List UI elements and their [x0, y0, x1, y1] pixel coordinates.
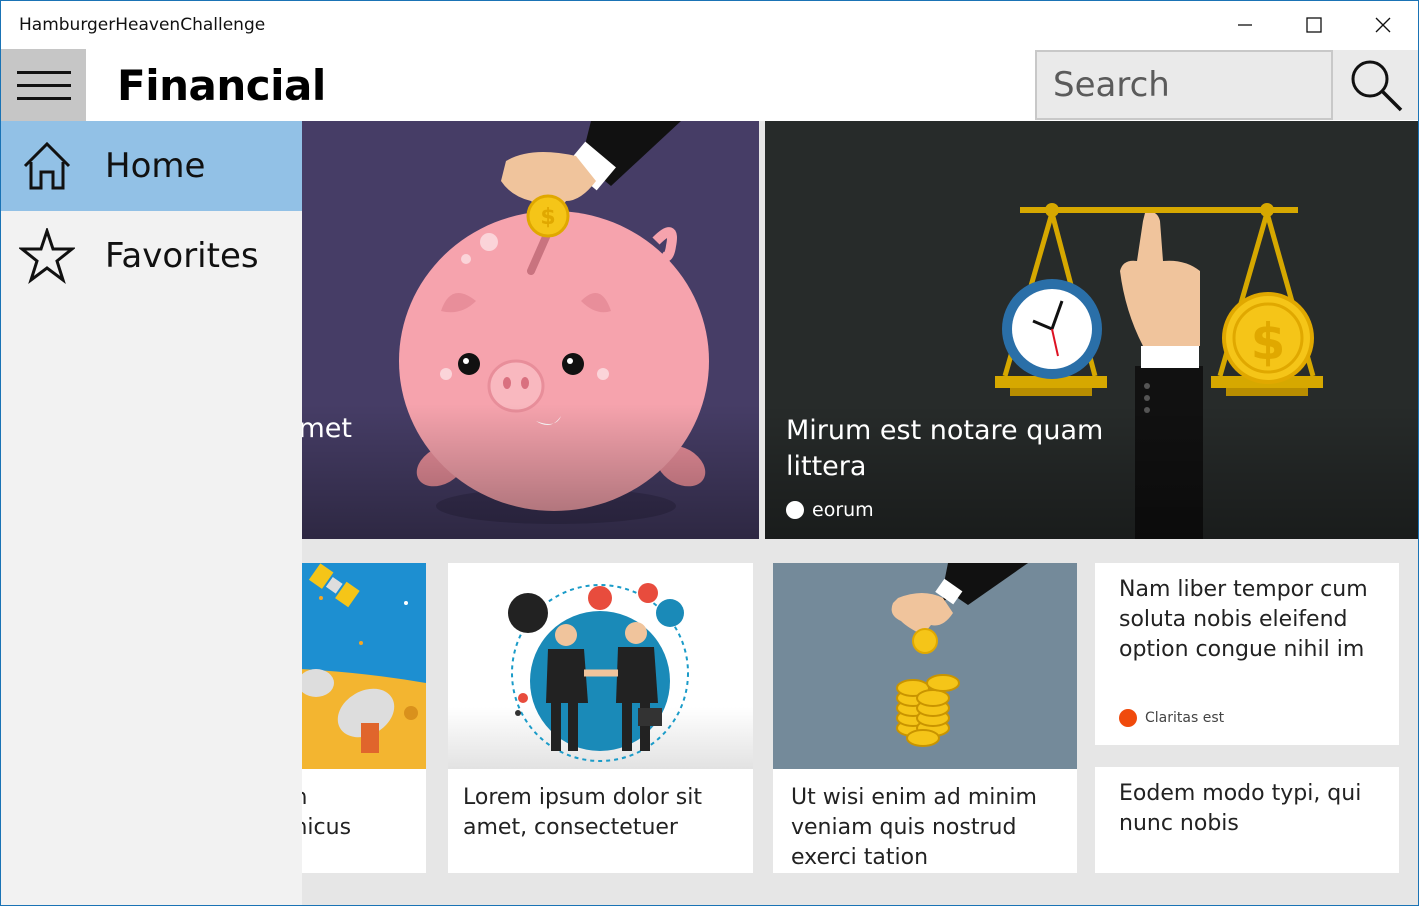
hamburger-menu-button[interactable]: [1, 49, 86, 121]
card-title: m micus: [286, 783, 426, 843]
app-header: Financial: [1, 49, 1418, 121]
source-dot-icon: [1119, 709, 1137, 727]
business-handshake-illustration: [508, 583, 689, 762]
title-bar: HamburgerHeavenChallenge: [1, 1, 1418, 49]
card-title-line: m: [286, 783, 426, 813]
nav-item-label: Favorites: [105, 236, 259, 276]
page-title: Financial: [117, 61, 326, 110]
search-box[interactable]: [1035, 50, 1333, 120]
search-button[interactable]: [1333, 50, 1418, 120]
hero-meta: eorum: [786, 499, 874, 521]
hamburger-line: [16, 83, 71, 87]
window-title: HamburgerHeavenChallenge: [19, 15, 266, 35]
svg-text:$: $: [540, 205, 555, 230]
source-dot-icon: [786, 501, 804, 519]
news-card-text[interactable]: Eodem modo typi, qui nunc nobis: [1095, 767, 1399, 873]
news-card-text[interactable]: Nam liber tempor cum soluta nobis eleife…: [1095, 563, 1399, 745]
card-title: Lorem ipsum dolor sit amet, consectetuer: [463, 785, 702, 840]
card-title: Ut wisi enim ad minim veniam quis nostru…: [791, 785, 1037, 870]
maximize-button[interactable]: [1280, 1, 1348, 49]
hamburger-line: [16, 96, 71, 100]
nav-item-label: Home: [105, 146, 206, 186]
card-title-line: micus: [286, 815, 352, 840]
card-title: Eodem modo typi, qui nunc nobis: [1119, 781, 1362, 836]
hero-source: eorum: [812, 499, 874, 521]
nav-item-favorites[interactable]: Favorites: [1, 211, 302, 301]
card-thumbnail: [773, 563, 1077, 769]
news-card-coins[interactable]: Ut wisi enim ad minim veniam quis nostru…: [773, 563, 1077, 873]
news-card-handshake[interactable]: Lorem ipsum dolor sit amet, consectetuer: [448, 563, 753, 873]
minimize-icon: [1238, 24, 1252, 26]
card-title: Nam liber tempor cum soluta nobis eleife…: [1119, 577, 1368, 662]
coin-stack-illustration: [891, 563, 1028, 747]
card-source: Claritas est: [1145, 710, 1225, 726]
close-button[interactable]: [1349, 1, 1417, 49]
minimize-button[interactable]: [1211, 1, 1279, 49]
maximize-icon: [1306, 17, 1322, 33]
star-icon: [1, 211, 93, 301]
navigation-pane: Home Favorites: [1, 121, 302, 905]
home-icon: [1, 121, 93, 211]
hero-title: Mirum est notare quam littera: [786, 415, 1104, 482]
nav-item-home[interactable]: Home: [1, 121, 302, 211]
close-icon: [1375, 17, 1391, 33]
card-thumbnail: [448, 563, 753, 769]
hamburger-menu-icon: [16, 70, 71, 74]
search-input[interactable]: [1037, 52, 1331, 118]
svg-text:$: $: [1251, 313, 1286, 371]
card-meta: Claritas est: [1119, 709, 1224, 727]
hero-card-scale[interactable]: $ Mirum est notare quam littera eorum: [765, 121, 1418, 539]
app-window: HamburgerHeavenChallenge Financial Searc…: [0, 0, 1419, 906]
search-icon: [1351, 60, 1402, 112]
